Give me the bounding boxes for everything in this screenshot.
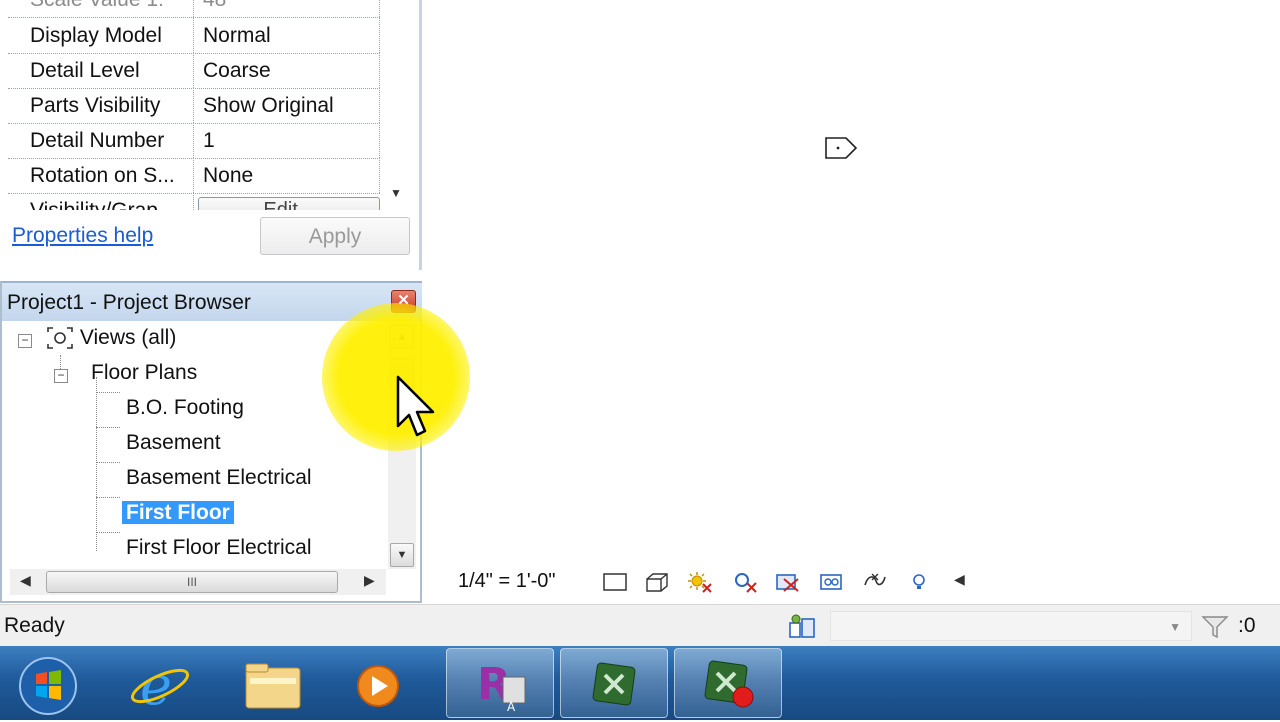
reveal-hidden-icon[interactable] — [906, 571, 932, 593]
mouse-cursor-icon — [396, 375, 435, 437]
visual-style-icon[interactable] — [644, 571, 670, 593]
status-bar: Ready ▼ :0 — [0, 604, 1280, 647]
temporary-hide-icon[interactable] — [862, 571, 888, 593]
workset-dropdown[interactable]: ▼ — [830, 611, 1192, 641]
property-name: Detail Level — [8, 53, 194, 88]
tree-item-label: Views (all) — [79, 326, 177, 349]
tree-item-label: First Floor Electrical — [126, 536, 312, 559]
tree-item-label: First Floor — [122, 501, 234, 524]
property-row[interactable]: Parts Visibility Show Original — [8, 88, 380, 124]
views-icon — [47, 327, 73, 350]
property-value[interactable]: Show Original — [195, 88, 380, 123]
scroll-down-icon[interactable]: ▼ — [390, 543, 414, 567]
tree-item-view[interactable]: Basement — [126, 427, 221, 459]
revit-icon: R A — [477, 659, 526, 714]
scroll-left-icon[interactable]: ◀ — [20, 572, 31, 589]
tree-item-view[interactable]: First Floor Electrical — [126, 532, 312, 564]
detail-level-icon[interactable] — [602, 571, 628, 593]
camtasia-recorder-icon — [704, 660, 754, 708]
collapse-toggle-icon[interactable]: − — [54, 369, 68, 383]
property-name: Rotation on S... — [8, 158, 194, 193]
view-control-bar: 1/4" = 1'-0" ◀ — [426, 565, 1280, 599]
crop-view-icon[interactable] — [774, 571, 800, 593]
svg-text:A: A — [507, 700, 516, 714]
revit-taskbar-button[interactable]: R A — [446, 648, 554, 718]
sun-path-icon[interactable] — [686, 571, 712, 593]
camtasia-icon — [592, 662, 636, 706]
property-row[interactable]: Display Model Normal — [8, 18, 380, 54]
worksets-icon[interactable] — [786, 613, 818, 641]
tree-item-label: B.O. Footing — [126, 396, 244, 419]
view-scale[interactable]: 1/4" = 1'-0" — [458, 570, 556, 593]
property-value[interactable]: 1 — [195, 123, 380, 158]
start-button[interactable] — [14, 650, 84, 720]
properties-panel: Scale Value 1: 48 Display Model Normal D… — [0, 0, 422, 270]
status-text: Ready — [4, 614, 65, 637]
tree-item-label: Basement — [126, 431, 221, 454]
shadows-icon[interactable] — [732, 571, 758, 593]
tree-item-label: Floor Plans — [91, 361, 198, 384]
selection-count: :0 — [1238, 614, 1256, 637]
filter-icon[interactable] — [1200, 613, 1232, 641]
edit-button[interactable]: Edit... — [198, 197, 380, 210]
scroll-right-icon[interactable]: ▶ — [364, 572, 375, 589]
elevation-marker-icon[interactable] — [824, 136, 860, 160]
scroll-down-arrow-icon[interactable]: ▼ — [390, 186, 402, 200]
property-row[interactable]: Visibility/Grap... Edit... — [8, 193, 380, 210]
chevron-down-icon: ▼ — [1169, 620, 1181, 634]
camtasia-taskbar-button[interactable] — [560, 648, 668, 718]
tree-item-floor-plans[interactable]: Floor Plans — [91, 357, 197, 389]
property-name: Parts Visibility — [8, 88, 194, 123]
property-row[interactable]: Rotation on S... None — [8, 158, 380, 194]
apply-button[interactable]: Apply — [260, 217, 410, 255]
tree-item-view[interactable]: B.O. Footing — [126, 392, 244, 424]
tree-item-view[interactable]: Basement Electrical — [126, 462, 312, 494]
horizontal-scrollbar[interactable]: ◀ III ▶ — [10, 569, 386, 595]
property-name: Detail Number — [8, 123, 194, 158]
internet-explorer-icon[interactable]: e — [126, 650, 196, 720]
properties-table: Scale Value 1: 48 Display Model Normal D… — [8, 0, 382, 210]
file-explorer-icon[interactable] — [238, 650, 308, 720]
collapse-toggle-icon[interactable]: − — [18, 334, 32, 348]
properties-help-link[interactable]: Properties help — [12, 224, 153, 248]
arrow-left-icon[interactable]: ◀ — [954, 571, 965, 588]
tree-item-view-selected[interactable]: First Floor — [122, 497, 234, 529]
camtasia-recorder-taskbar-button[interactable] — [674, 648, 782, 718]
property-row[interactable]: Scale Value 1: 48 — [8, 0, 380, 18]
media-player-icon[interactable] — [350, 650, 410, 720]
property-row[interactable]: Detail Number 1 — [8, 123, 380, 159]
tree-item-views[interactable]: Views (all) — [46, 323, 176, 354]
tree-item-label: Basement Electrical — [126, 466, 312, 489]
property-name: Visibility/Grap... — [8, 193, 194, 210]
windows-taskbar: e R A — [0, 646, 1280, 720]
scrollbar-thumb[interactable]: III — [46, 571, 338, 593]
svg-text:e: e — [140, 654, 172, 717]
property-name: Scale Value 1: — [8, 0, 194, 17]
show-crop-icon[interactable] — [818, 571, 844, 593]
property-value[interactable]: 48 — [195, 0, 380, 17]
property-row[interactable]: Detail Level Coarse — [8, 53, 380, 89]
property-value[interactable]: Normal — [195, 18, 380, 53]
property-value[interactable]: None — [195, 158, 380, 193]
project-browser-title: Project1 - Project Browser — [7, 291, 251, 314]
property-value[interactable]: Coarse — [195, 53, 380, 88]
property-name: Display Model — [8, 18, 194, 53]
